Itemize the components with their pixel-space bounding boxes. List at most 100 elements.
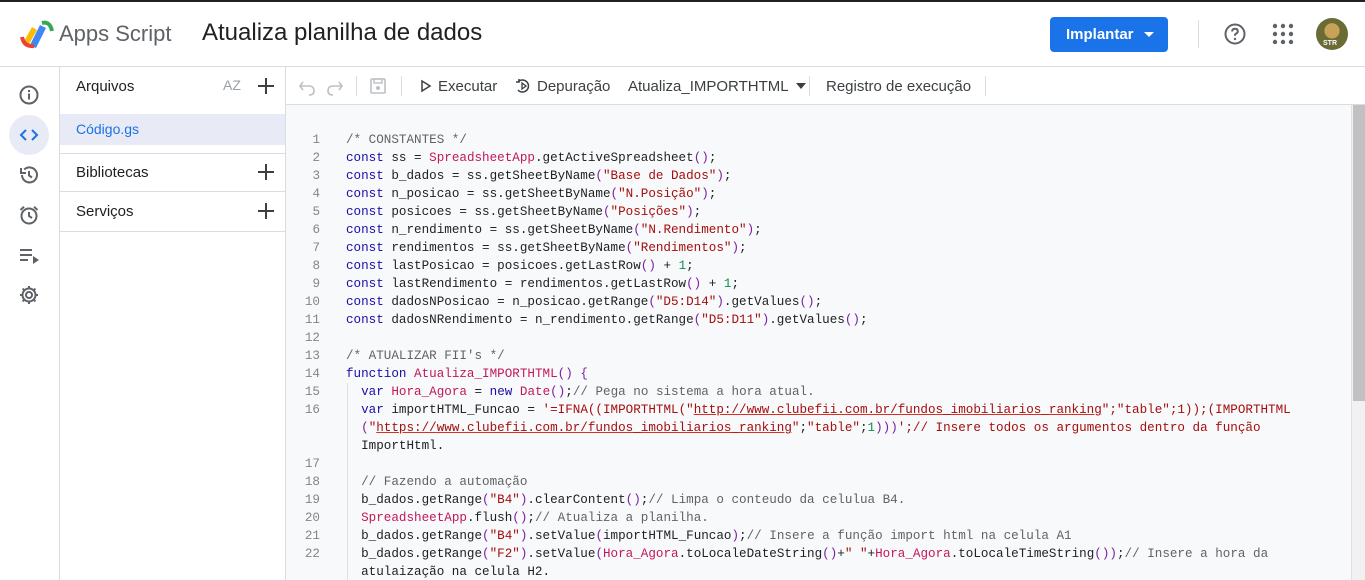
history-icon [20, 166, 38, 184]
code-line[interactable]: const ss = SpreadsheetApp.getActiveSprea… [346, 151, 716, 165]
code-line[interactable]: b_dados.getRange("B4").setValue(importHT… [346, 529, 1071, 543]
code-line[interactable]: const dadosNRendimento = n_rendimento.ge… [346, 313, 868, 327]
code-line[interactable]: const dadosNPosicao = n_posicao.getRange… [346, 295, 822, 309]
apps-script-editor: Apps Script Atualiza planilha de dados I… [0, 0, 1365, 580]
toolbar-divider [356, 76, 357, 96]
code-line[interactable]: atulaização na celula H2. [346, 565, 550, 579]
executions-icon [20, 249, 39, 264]
run-button[interactable]: Executar [419, 67, 497, 105]
code-line[interactable]: function Atualiza_IMPORTHTML() { [346, 367, 588, 381]
user-avatar[interactable]: STR [1316, 18, 1348, 50]
line-number: 2 [312, 151, 320, 165]
settings-nav-item[interactable] [9, 275, 49, 315]
history-nav-item[interactable] [9, 155, 49, 195]
function-select-value: Atualiza_IMPORTHTML [628, 77, 789, 95]
code-line[interactable]: // Fazendo a automação [346, 475, 527, 489]
line-number: 18 [304, 475, 320, 489]
line-number: 4 [312, 187, 320, 201]
line-number: 21 [304, 529, 320, 543]
line-number: 22 [304, 547, 320, 561]
sort-az-icon[interactable]: AZ [223, 77, 245, 97]
top-border [0, 0, 1365, 2]
deploy-button[interactable]: Implantar [1050, 17, 1168, 52]
line-number: 3 [312, 169, 320, 183]
executions-nav-item[interactable] [9, 235, 49, 275]
line-number: 5 [312, 205, 320, 219]
header-divider [1198, 20, 1199, 48]
code-line[interactable]: var importHTML_Funcao = '=IFNA((IMPORTHT… [346, 403, 1291, 417]
file-item-codigo[interactable]: Código.gs [60, 114, 285, 145]
line-number: 13 [304, 349, 320, 363]
code-line[interactable]: ImportHtml. [346, 439, 444, 453]
triggers-nav-item[interactable] [9, 195, 49, 235]
editor-toolbar: Executar Depuração Atualiza_IMPORTHTML R… [286, 67, 1365, 105]
line-number: 14 [304, 367, 320, 381]
code-line[interactable]: const posicoes = ss.getSheetByName("Posi… [346, 205, 701, 219]
toolbar-divider [985, 76, 986, 96]
line-number: 7 [312, 241, 320, 255]
code-editor[interactable]: 1 /* CONSTANTES */ 2 const ss = Spreadsheet… [286, 105, 1351, 580]
code-line[interactable]: const n_rendimento = ss.getSheetByName("… [346, 223, 762, 237]
code-line[interactable]: b_dados.getRange("B4").clearContent();//… [346, 493, 905, 507]
info-icon [19, 85, 39, 105]
line-number: 6 [312, 223, 320, 237]
caret-down-icon [1144, 32, 1154, 37]
code-line[interactable]: var Hora_Agora = new Date();// Pega no s… [346, 385, 815, 399]
line-number: 19 [304, 493, 320, 507]
code-line[interactable]: const lastPosicao = posicoes.getLastRow(… [346, 259, 694, 273]
debug-icon [516, 79, 530, 93]
add-library-icon[interactable] [256, 162, 276, 182]
left-nav-rail [0, 67, 60, 580]
services-section: Serviços [60, 192, 286, 230]
services-label: Serviços [76, 203, 134, 220]
overview-nav-item[interactable] [9, 75, 49, 115]
libraries-section: Bibliotecas [60, 153, 286, 191]
divider [60, 231, 286, 232]
code-line[interactable]: const n_posicao = ss.getSheetByName("N.P… [346, 187, 716, 201]
code-line[interactable]: /* ATUALIZAR FII's */ [346, 349, 505, 363]
deploy-button-label: Implantar [1066, 26, 1134, 43]
caret-down-icon [795, 83, 806, 89]
code-line[interactable]: const lastRendimento = rendimentos.getLa… [346, 277, 739, 291]
line-number: 8 [312, 259, 320, 273]
app-name: Apps Script [59, 21, 172, 46]
line-number: 9 [312, 277, 320, 291]
code-area[interactable]: 1 /* CONSTANTES */ 2 const ss = Spreadsheet… [286, 105, 1351, 580]
libraries-label: Bibliotecas [76, 164, 149, 181]
toolbar-divider [809, 76, 810, 96]
debug-button[interactable]: Depuração [515, 67, 610, 105]
play-icon [421, 79, 432, 93]
redo-icon[interactable] [326, 67, 344, 105]
settings-icon [20, 286, 38, 304]
project-title[interactable]: Atualiza planilha de dados [202, 19, 482, 47]
indent-guide [347, 383, 348, 580]
code-line[interactable]: SpreadsheetApp.flush();// Atualiza a pla… [346, 511, 709, 525]
alarm-icon [19, 206, 39, 225]
editor-scrollbar[interactable] [1351, 105, 1365, 580]
code-line[interactable]: const b_dados = ss.getSheetByName("Base … [346, 169, 731, 183]
header-bar: Apps Script Atualiza planilha de dados I… [0, 0, 1365, 67]
editor-nav-item[interactable] [9, 115, 49, 155]
save-icon[interactable] [369, 67, 387, 105]
code-line[interactable]: const rendimentos = ss.getSheetByName("R… [346, 241, 747, 255]
function-select[interactable]: Atualiza_IMPORTHTML [628, 67, 808, 105]
line-number: 17 [304, 457, 320, 471]
code-line[interactable]: b_dados.getRange("F2").setValue(Hora_Ago… [346, 547, 1268, 561]
add-file-icon[interactable] [256, 76, 276, 96]
help-icon[interactable] [1223, 22, 1247, 46]
code-line[interactable]: ("https://www.clubefii.com.br/fundos_imo… [346, 421, 1260, 435]
file-name: Código.gs [76, 121, 140, 137]
files-panel: Arquivos AZ Código.gs Bibliotecas Serviç… [60, 67, 286, 580]
line-number: 11 [304, 313, 320, 327]
toolbar-divider [401, 76, 402, 96]
avatar-badge: STR [1323, 40, 1337, 47]
execution-log-button[interactable]: Registro de execução [826, 67, 971, 105]
code-line[interactable]: /* CONSTANTES */ [346, 133, 467, 147]
undo-icon[interactable] [298, 67, 316, 105]
apps-script-logo [20, 20, 54, 49]
scrollbar-thumb[interactable] [1353, 105, 1365, 401]
google-apps-icon[interactable] [1272, 23, 1294, 45]
add-service-icon[interactable] [256, 201, 276, 221]
files-label: Arquivos [76, 78, 135, 95]
code-icon [19, 129, 39, 141]
